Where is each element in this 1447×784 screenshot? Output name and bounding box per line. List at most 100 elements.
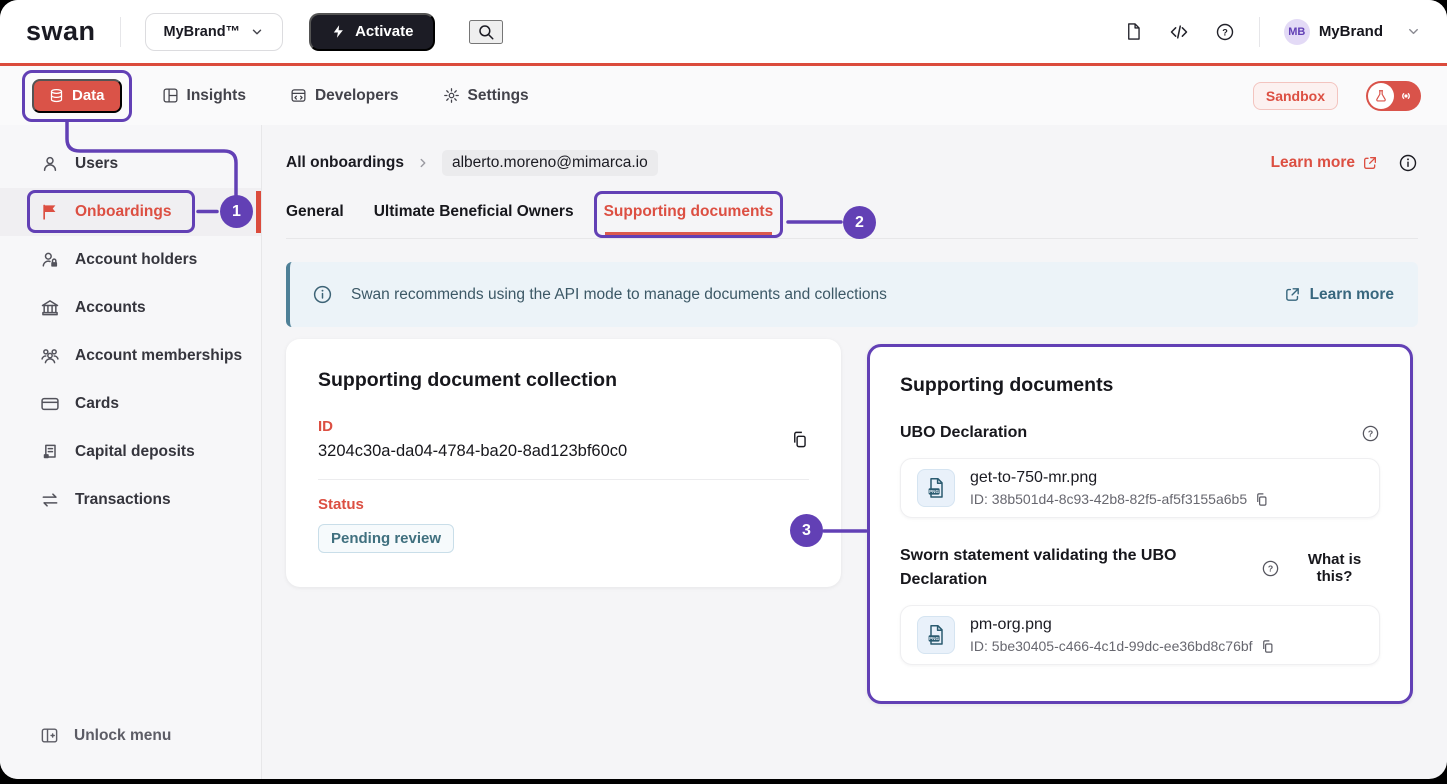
nav-item-insights[interactable]: Insights [162,87,246,105]
capital-deposit-icon [40,442,60,462]
unlock-menu-label: Unlock menu [74,727,171,745]
breadcrumb: All onboardings alberto.moreno@mimarca.i… [286,147,1418,179]
svg-text:?: ? [1222,27,1228,37]
file-id: ID: 5be30405-c466-4c1d-99dc-ee36bd8c76bf [970,638,1253,654]
help-icon: ? [1215,22,1235,42]
sidebar-item-users[interactable]: Users [0,140,261,188]
help-icon: ? [1361,424,1380,443]
sandbox-toggle[interactable] [1366,81,1421,111]
page-info-button[interactable] [1398,153,1418,173]
unlock-menu-button[interactable]: Unlock menu [0,726,261,745]
file-name: get-to-750-mr.png [970,469,1269,487]
activate-label: Activate [355,23,413,40]
divider [1259,17,1260,47]
sidebar-label: Onboardings [75,203,171,221]
breadcrumb-current: alberto.moreno@mimarca.io [442,150,658,176]
user-icon [40,154,60,174]
bank-icon [40,298,60,318]
info-banner: Swan recommends using the API mode to ma… [286,262,1418,327]
svg-text:?: ? [1268,563,1273,573]
main-nav: Data Insights Developers Settings [0,66,1447,125]
sidebar-label: Users [75,155,118,173]
nav-developers-label: Developers [315,87,399,105]
docs-button[interactable] [1124,22,1143,41]
collection-card: Supporting document collection ID 3204c3… [286,339,841,587]
what-is-this-label: What is this? [1289,551,1380,585]
doc-section-ubo-declaration: UBO Declaration ? PNG get-to-750-mr.png [900,421,1380,518]
api-button[interactable] [1169,22,1189,42]
copy-id-button[interactable] [790,430,809,449]
status-label: Status [318,496,809,513]
account-name: MyBrand [1319,23,1383,40]
banner-learn-more-label: Learn more [1310,286,1394,304]
search-button[interactable] [469,20,503,44]
external-link-icon [1284,286,1301,303]
copy-icon [1260,639,1275,654]
svg-text:PNG: PNG [929,489,939,494]
sidebar-item-account-holders[interactable]: Account holders [0,236,261,284]
sidebar-item-cards[interactable]: Cards [0,380,261,428]
code-icon [1169,22,1189,42]
nav-item-developers[interactable]: Developers [290,87,399,105]
live-signal-icon [1398,88,1414,104]
account-menu[interactable]: MB MyBrand [1284,19,1421,45]
sidebar-label: Cards [75,395,119,413]
png-file-icon: PNG [917,469,955,507]
tab-ultimate-beneficial-owners[interactable]: Ultimate Beneficial Owners [374,203,574,238]
file-row[interactable]: PNG pm-org.png ID: 5be30405-c466-4c1d-99… [900,605,1380,665]
ubo-help-button[interactable]: ? [1361,424,1380,443]
sidebar-label: Account holders [75,251,197,269]
sidebar: Users Onboardings Account holders Accoun… [0,125,262,779]
copy-icon [1254,492,1269,507]
search-icon [477,23,495,41]
breadcrumb-root[interactable]: All onboardings [286,154,404,172]
banner-learn-more-link[interactable]: Learn more [1284,286,1394,304]
panel-expand-icon [40,726,59,745]
copy-file-id-button[interactable] [1260,639,1275,654]
top-right-actions: ? MB MyBrand [1124,17,1421,47]
annotation-box-data: Data [22,70,132,122]
flask-icon [1368,83,1394,109]
activate-button[interactable]: Activate [309,13,435,51]
sandbox-badge: Sandbox [1253,82,1338,110]
sidebar-item-capital-deposits[interactable]: Capital deposits [0,428,261,476]
tab-supporting-documents[interactable]: Supporting documents [604,203,774,238]
learn-more-link[interactable]: Learn more [1271,154,1378,172]
nav-data-label: Data [72,87,105,104]
sidebar-item-transactions[interactable]: Transactions [0,476,261,524]
avatar: MB [1284,19,1310,45]
document-icon [1124,22,1143,41]
copy-icon [790,430,809,449]
file-name: pm-org.png [970,616,1275,634]
transfer-arrows-icon [40,490,60,510]
env-controls: Sandbox [1253,81,1421,111]
nav-insights-label: Insights [187,87,246,105]
svg-text:?: ? [1368,428,1373,438]
file-row[interactable]: PNG get-to-750-mr.png ID: 38b501d4-8c93-… [900,458,1380,518]
external-link-icon [1362,155,1378,171]
tab-general[interactable]: General [286,203,344,238]
database-icon [49,88,64,103]
sidebar-item-account-memberships[interactable]: Account memberships [0,332,261,380]
org-selector-label: MyBrand™ [164,24,241,40]
nav-item-data[interactable]: Data [32,79,122,113]
png-file-icon: PNG [917,616,955,654]
collection-id-value: 3204c30a-da04-4784-ba20-8ad123bf60c0 [318,442,627,461]
copy-file-id-button[interactable] [1254,492,1269,507]
swan-logo: swan [26,16,96,47]
doc-section-sworn-statement: Sworn statement validating the UBO Decla… [900,544,1380,665]
card-icon [40,394,60,414]
nav-item-settings[interactable]: Settings [443,87,529,105]
org-selector[interactable]: MyBrand™ [145,13,284,51]
what-is-this-button[interactable]: ? What is this? [1261,551,1380,585]
group-icon [40,346,60,366]
sidebar-item-accounts[interactable]: Accounts [0,284,261,332]
annotation-step-3: 3 [790,514,823,547]
top-bar: swan MyBrand™ Activate [0,0,1447,66]
status-badge: Pending review [318,524,454,553]
collection-card-title: Supporting document collection [318,369,809,392]
nav-settings-label: Settings [468,87,529,105]
annotation-step-1: 1 [220,195,253,228]
id-label: ID [318,418,627,435]
support-button[interactable]: ? [1215,22,1235,42]
